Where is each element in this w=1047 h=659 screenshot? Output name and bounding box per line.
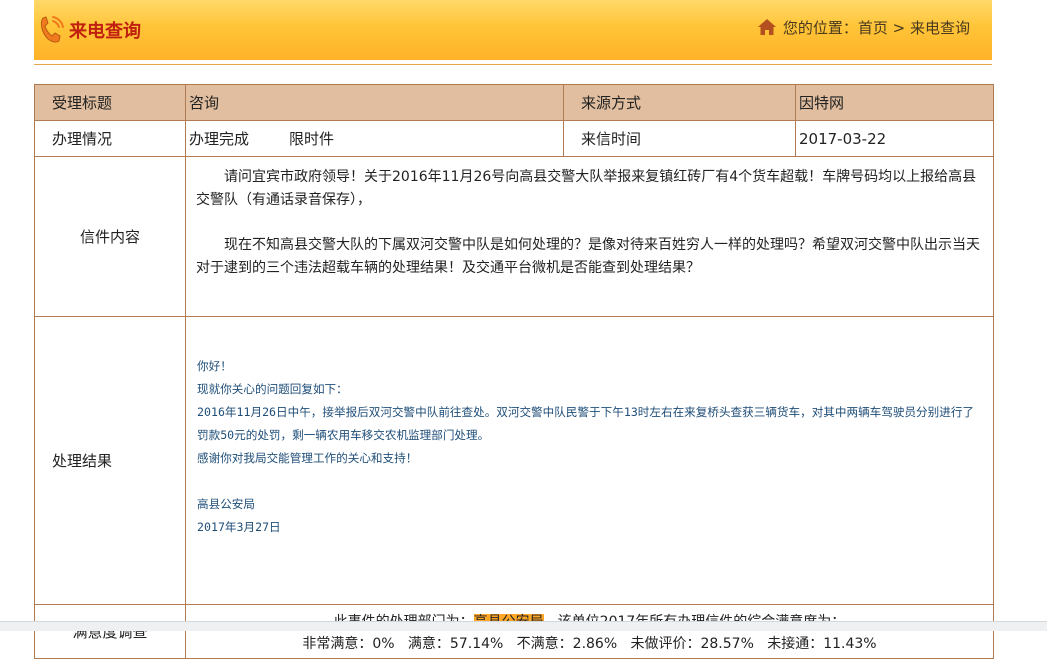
status-value: 办理完成 (189, 130, 250, 148)
subject-value: 咨询 (185, 84, 564, 121)
date-value: 2017-03-22 (795, 120, 994, 157)
subject-label: 受理标题 (34, 84, 186, 121)
page-header: 来电查询 您的位置：首页 > 来电查询 (34, 0, 992, 60)
breadcrumb-prefix: 您的位置： (782, 19, 858, 37)
breadcrumb-home-link[interactable]: 首页 (858, 19, 888, 37)
reply-greeting: 你好！ (197, 359, 232, 373)
header-divider (34, 64, 992, 65)
survey-content: 此事件的处理部门为：高县公安局，该单位2017年所有办理信件的综合满意度为： 非… (185, 604, 994, 659)
table-row: 处理结果 你好！ 现就你关心的问题回复如下： 2016年11月26日中午，接举报… (34, 316, 994, 605)
reply-content: 你好！ 现就你关心的问题回复如下： 2016年11月26日中午，接举报后双河交警… (185, 316, 994, 605)
survey-stats: 非常满意：0% 满意：57.14% 不满意：2.86% 未做评价：28.57% … (302, 636, 877, 652)
status-note: 限时件 (289, 130, 335, 148)
survey-label: 满意度调查 (34, 604, 186, 659)
result-label: 处理结果 (34, 316, 186, 605)
letter-paragraph: 请问宜宾市政府领导！关于2016年11月26号向高县交警大队举报来复镇红砖厂有4… (196, 169, 977, 208)
source-value: 因特网 (795, 84, 994, 121)
reply-org: 高县公安局 (197, 497, 255, 511)
reply-body: 2016年11月26日中午，接举报后双河交警中队前往查处。双河交警中队民警于下午… (197, 405, 975, 442)
table-row: 受理标题 咨询 来源方式 因特网 (34, 84, 994, 121)
breadcrumb: 您的位置：首页 > 来电查询 (757, 17, 970, 38)
reply-date: 2017年3月27日 (197, 520, 281, 534)
date-label: 来信时间 (563, 120, 796, 157)
table-row: 信件内容 请问宜宾市政府领导！关于2016年11月26号向高县交警大队举报来复镇… (34, 156, 994, 317)
reply-intro: 现就你关心的问题回复如下： (197, 382, 348, 396)
page-title: 来电查询 (69, 21, 141, 42)
letter-content: 请问宜宾市政府领导！关于2016年11月26号向高县交警大队举报来复镇红砖厂有4… (185, 156, 994, 317)
letter-label: 信件内容 (34, 156, 186, 317)
breadcrumb-separator: > (887, 19, 910, 37)
letter-paragraph: 现在不知高县交警大队的下属双河交警中队是如何处理的？是像对待来百姓穷人一样的处理… (196, 237, 980, 276)
home-icon (757, 19, 776, 35)
breadcrumb-current: 来电查询 (909, 19, 970, 37)
status-label: 办理情况 (34, 120, 186, 157)
phone-icon (40, 16, 64, 43)
source-label: 来源方式 (563, 84, 796, 121)
status-cell: 办理完成 限时件 (185, 120, 564, 157)
reply-thanks: 感谢你对我局交能管理工作的关心和支持！ (197, 451, 418, 465)
table-row: 办理情况 办理完成 限时件 来信时间 2017-03-22 (34, 120, 994, 157)
letter-detail-table: 受理标题 咨询 来源方式 因特网 办理情况 办理完成 限时件 来信时间 2017-… (34, 84, 994, 659)
table-row: 满意度调查 此事件的处理部门为：高县公安局，该单位2017年所有办理信件的综合满… (34, 604, 994, 659)
